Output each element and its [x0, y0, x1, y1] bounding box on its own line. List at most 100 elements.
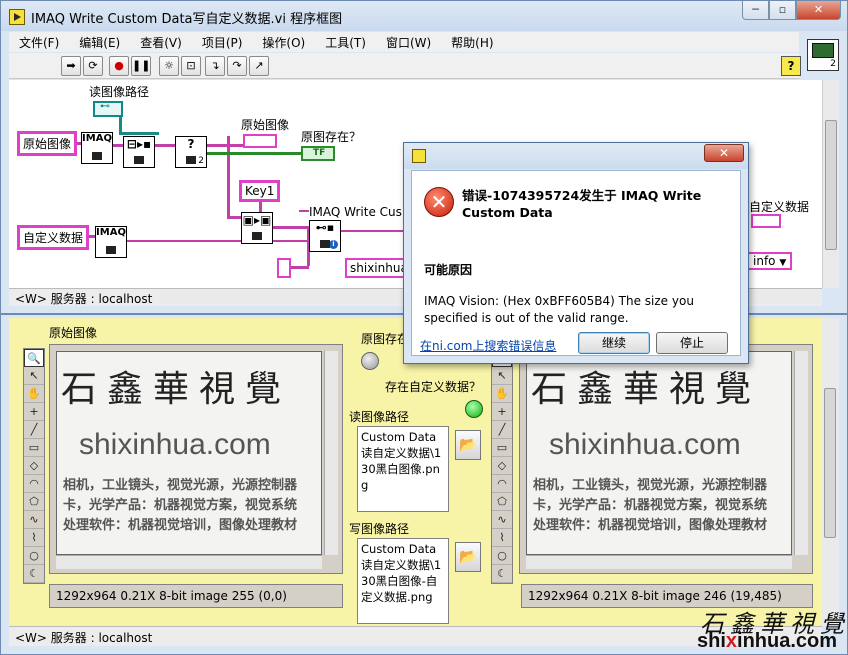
menu-window[interactable]: 窗口(W): [376, 32, 441, 52]
info-enum-value: info: [753, 254, 776, 268]
copy-node-glyph-icon: [252, 232, 262, 240]
imaq-copy-node[interactable]: ▣▸▣: [241, 212, 273, 244]
watermark-url: shixinhua.com: [697, 630, 837, 653]
key1-constant[interactable]: Key1: [239, 180, 281, 202]
oval-icon-r[interactable]: ○: [492, 547, 512, 565]
menu-project[interactable]: 项目(P): [192, 32, 253, 52]
right-image-hscroll[interactable]: [526, 555, 792, 569]
right-image-tool-palette: 🔍 ↖ ✋ + ╱ ▭ ◇ ◠ ⬠ ∿ ⌇ ○ ☾: [491, 348, 513, 584]
right-image-canvas[interactable]: 石鑫華視覺 shixinhua.com 相机，工业镜头，视觉光源，光源控制器 卡…: [526, 351, 792, 555]
bd-titlebar[interactable]: IMAQ Write Custom Data写自定义数据.vi 程序框图 ─ ▫…: [1, 1, 847, 31]
bd-vscroll-thumb[interactable]: [825, 120, 837, 250]
write-path-control[interactable]: Custom Data读自定义数据\130黑白图像-自定义数据.png: [357, 538, 449, 624]
freehand-icon[interactable]: ∿: [24, 511, 44, 529]
imaq-read-file-node[interactable]: ⊟▸▪: [123, 136, 155, 168]
abort-icon[interactable]: ●: [109, 56, 129, 76]
read-path-control[interactable]: Custom Data读自定义数据\130黑白图像.png: [357, 426, 449, 512]
freehand-region-icon-r[interactable]: ☾: [492, 565, 512, 583]
pan-hand-icon[interactable]: ✋: [24, 385, 44, 403]
rectangle-icon-r[interactable]: ▭: [492, 439, 512, 457]
minimize-button[interactable]: ─: [742, 1, 769, 20]
imaq-node-label-2: IMAQ: [96, 227, 126, 238]
imaq-create-node-2[interactable]: IMAQ: [95, 226, 127, 258]
continue-button[interactable]: 继续: [578, 332, 650, 354]
broken-line-icon-r[interactable]: ⌇: [492, 529, 512, 547]
close-button[interactable]: ✕: [796, 1, 841, 20]
pointer-icon-r[interactable]: ↖: [492, 367, 512, 385]
fp-vscroll-thumb[interactable]: [824, 388, 836, 538]
context-help-button[interactable]: ?: [781, 56, 801, 76]
menu-edit[interactable]: 编辑(E): [69, 32, 130, 52]
oval-icon[interactable]: ○: [24, 547, 44, 565]
line-icon[interactable]: ╱: [24, 421, 44, 439]
left-image-canvas[interactable]: 石鑫華視覺 shixinhua.com 相机，工业镜头，视觉光源，光源控制器 卡…: [56, 351, 322, 555]
dialog-close-button[interactable]: ✕: [704, 144, 744, 162]
run-arrow-icon[interactable]: ➡: [61, 56, 81, 76]
step-into-icon[interactable]: ↴: [205, 56, 225, 76]
left-image-hscroll[interactable]: [56, 555, 322, 569]
imaq-read-custom-keys-node[interactable]: ? 2: [175, 136, 207, 168]
vi-connector-icon[interactable]: 2: [807, 39, 839, 71]
orig-exists-indicator[interactable]: TF: [301, 146, 335, 161]
polygon-icon-r[interactable]: ⬠: [492, 493, 512, 511]
write-browse-folder-icon[interactable]: 📂: [455, 542, 481, 572]
orig-exists-led: [361, 352, 379, 370]
rotated-rect-icon[interactable]: ◇: [24, 457, 44, 475]
pan-hand-icon-r[interactable]: ✋: [492, 385, 512, 403]
annulus-icon-r[interactable]: ◠: [492, 475, 512, 493]
vi-screen-icon: [812, 43, 834, 58]
orig-image-indicator[interactable]: [243, 134, 277, 148]
run-continuously-icon[interactable]: ⟳: [83, 56, 103, 76]
fp-read-path-label: 读图像路径: [349, 410, 410, 424]
imaq-create-node[interactable]: IMAQ: [81, 132, 113, 164]
search-ni-link[interactable]: 在ni.com上搜索错误信息: [420, 337, 556, 354]
custom-data-control[interactable]: 自定义数据: [17, 225, 90, 250]
menu-operate[interactable]: 操作(O): [252, 32, 315, 52]
retain-wire-values-icon[interactable]: ⊡: [181, 56, 201, 76]
pause-icon[interactable]: ❚❚: [131, 56, 151, 76]
read-path-terminal[interactable]: ⊷: [93, 101, 123, 117]
orig-image-control[interactable]: 原始图像: [17, 131, 78, 156]
step-over-icon[interactable]: ↷: [227, 56, 247, 76]
info-enum[interactable]: info ▼: [747, 252, 793, 270]
right-image-vscroll[interactable]: [794, 351, 808, 555]
rotated-rect-icon-r[interactable]: ◇: [492, 457, 512, 475]
stop-button[interactable]: 停止: [656, 332, 728, 354]
watermark-url-suffix: inhua.com: [737, 630, 838, 652]
left-cn-line-3: 处理软件：机器视觉培训，图像处理教材: [63, 518, 298, 533]
front-panel-canvas[interactable]: 原始图像 🔍 ↖ ✋ + ╱ ▭ ◇ ◠ ⬠ ∿ ⌇ ○ ☾ 石鑫華視覺 shi…: [9, 318, 822, 626]
highlight-bulb-icon[interactable]: ☼: [159, 56, 179, 76]
rectangle-icon[interactable]: ▭: [24, 439, 44, 457]
menubar: 文件(F) 编辑(E) 查看(V) 项目(P) 操作(O) 工具(T) 窗口(W…: [9, 32, 799, 52]
polygon-icon[interactable]: ⬠: [24, 493, 44, 511]
custom-keys-glyph-icon: [186, 156, 196, 164]
menu-view[interactable]: 查看(V): [130, 32, 192, 52]
annulus-icon[interactable]: ◠: [24, 475, 44, 493]
point-icon[interactable]: +: [24, 403, 44, 421]
bd-vertical-scrollbar[interactable]: [822, 80, 839, 288]
freehand-region-icon[interactable]: ☾: [24, 565, 44, 583]
maximize-button[interactable]: ▫: [769, 1, 796, 20]
menu-tools[interactable]: 工具(T): [315, 32, 376, 52]
custom-data-terminal[interactable]: [277, 258, 291, 278]
fp-vertical-scrollbar[interactable]: [822, 318, 839, 626]
left-image-vscroll[interactable]: [324, 351, 338, 555]
error-dialog-titlebar[interactable]: ✕: [404, 143, 748, 169]
custom-data-indicator[interactable]: [751, 214, 781, 228]
menu-file[interactable]: 文件(F): [9, 32, 69, 52]
line-icon-r[interactable]: ╱: [492, 421, 512, 439]
read-file-icon: ⊟▸▪: [126, 137, 152, 151]
step-out-icon[interactable]: ↗: [249, 56, 269, 76]
read-browse-folder-icon[interactable]: 📂: [455, 430, 481, 460]
write-custom-icon: ⊷▪: [315, 221, 335, 234]
menu-help[interactable]: 帮助(H): [441, 32, 503, 52]
fp-custom-exists-label: 存在自定义数据？: [385, 380, 482, 394]
image-wire: [155, 144, 175, 147]
labview-vi-icon: [9, 9, 25, 25]
point-icon-r[interactable]: +: [492, 403, 512, 421]
broken-line-icon[interactable]: ⌇: [24, 529, 44, 547]
zoom-icon[interactable]: 🔍: [24, 349, 44, 367]
pointer-icon[interactable]: ↖: [24, 367, 44, 385]
imaq-write-custom-data-node[interactable]: ⊷▪ i: [309, 220, 341, 252]
freehand-icon-r[interactable]: ∿: [492, 511, 512, 529]
